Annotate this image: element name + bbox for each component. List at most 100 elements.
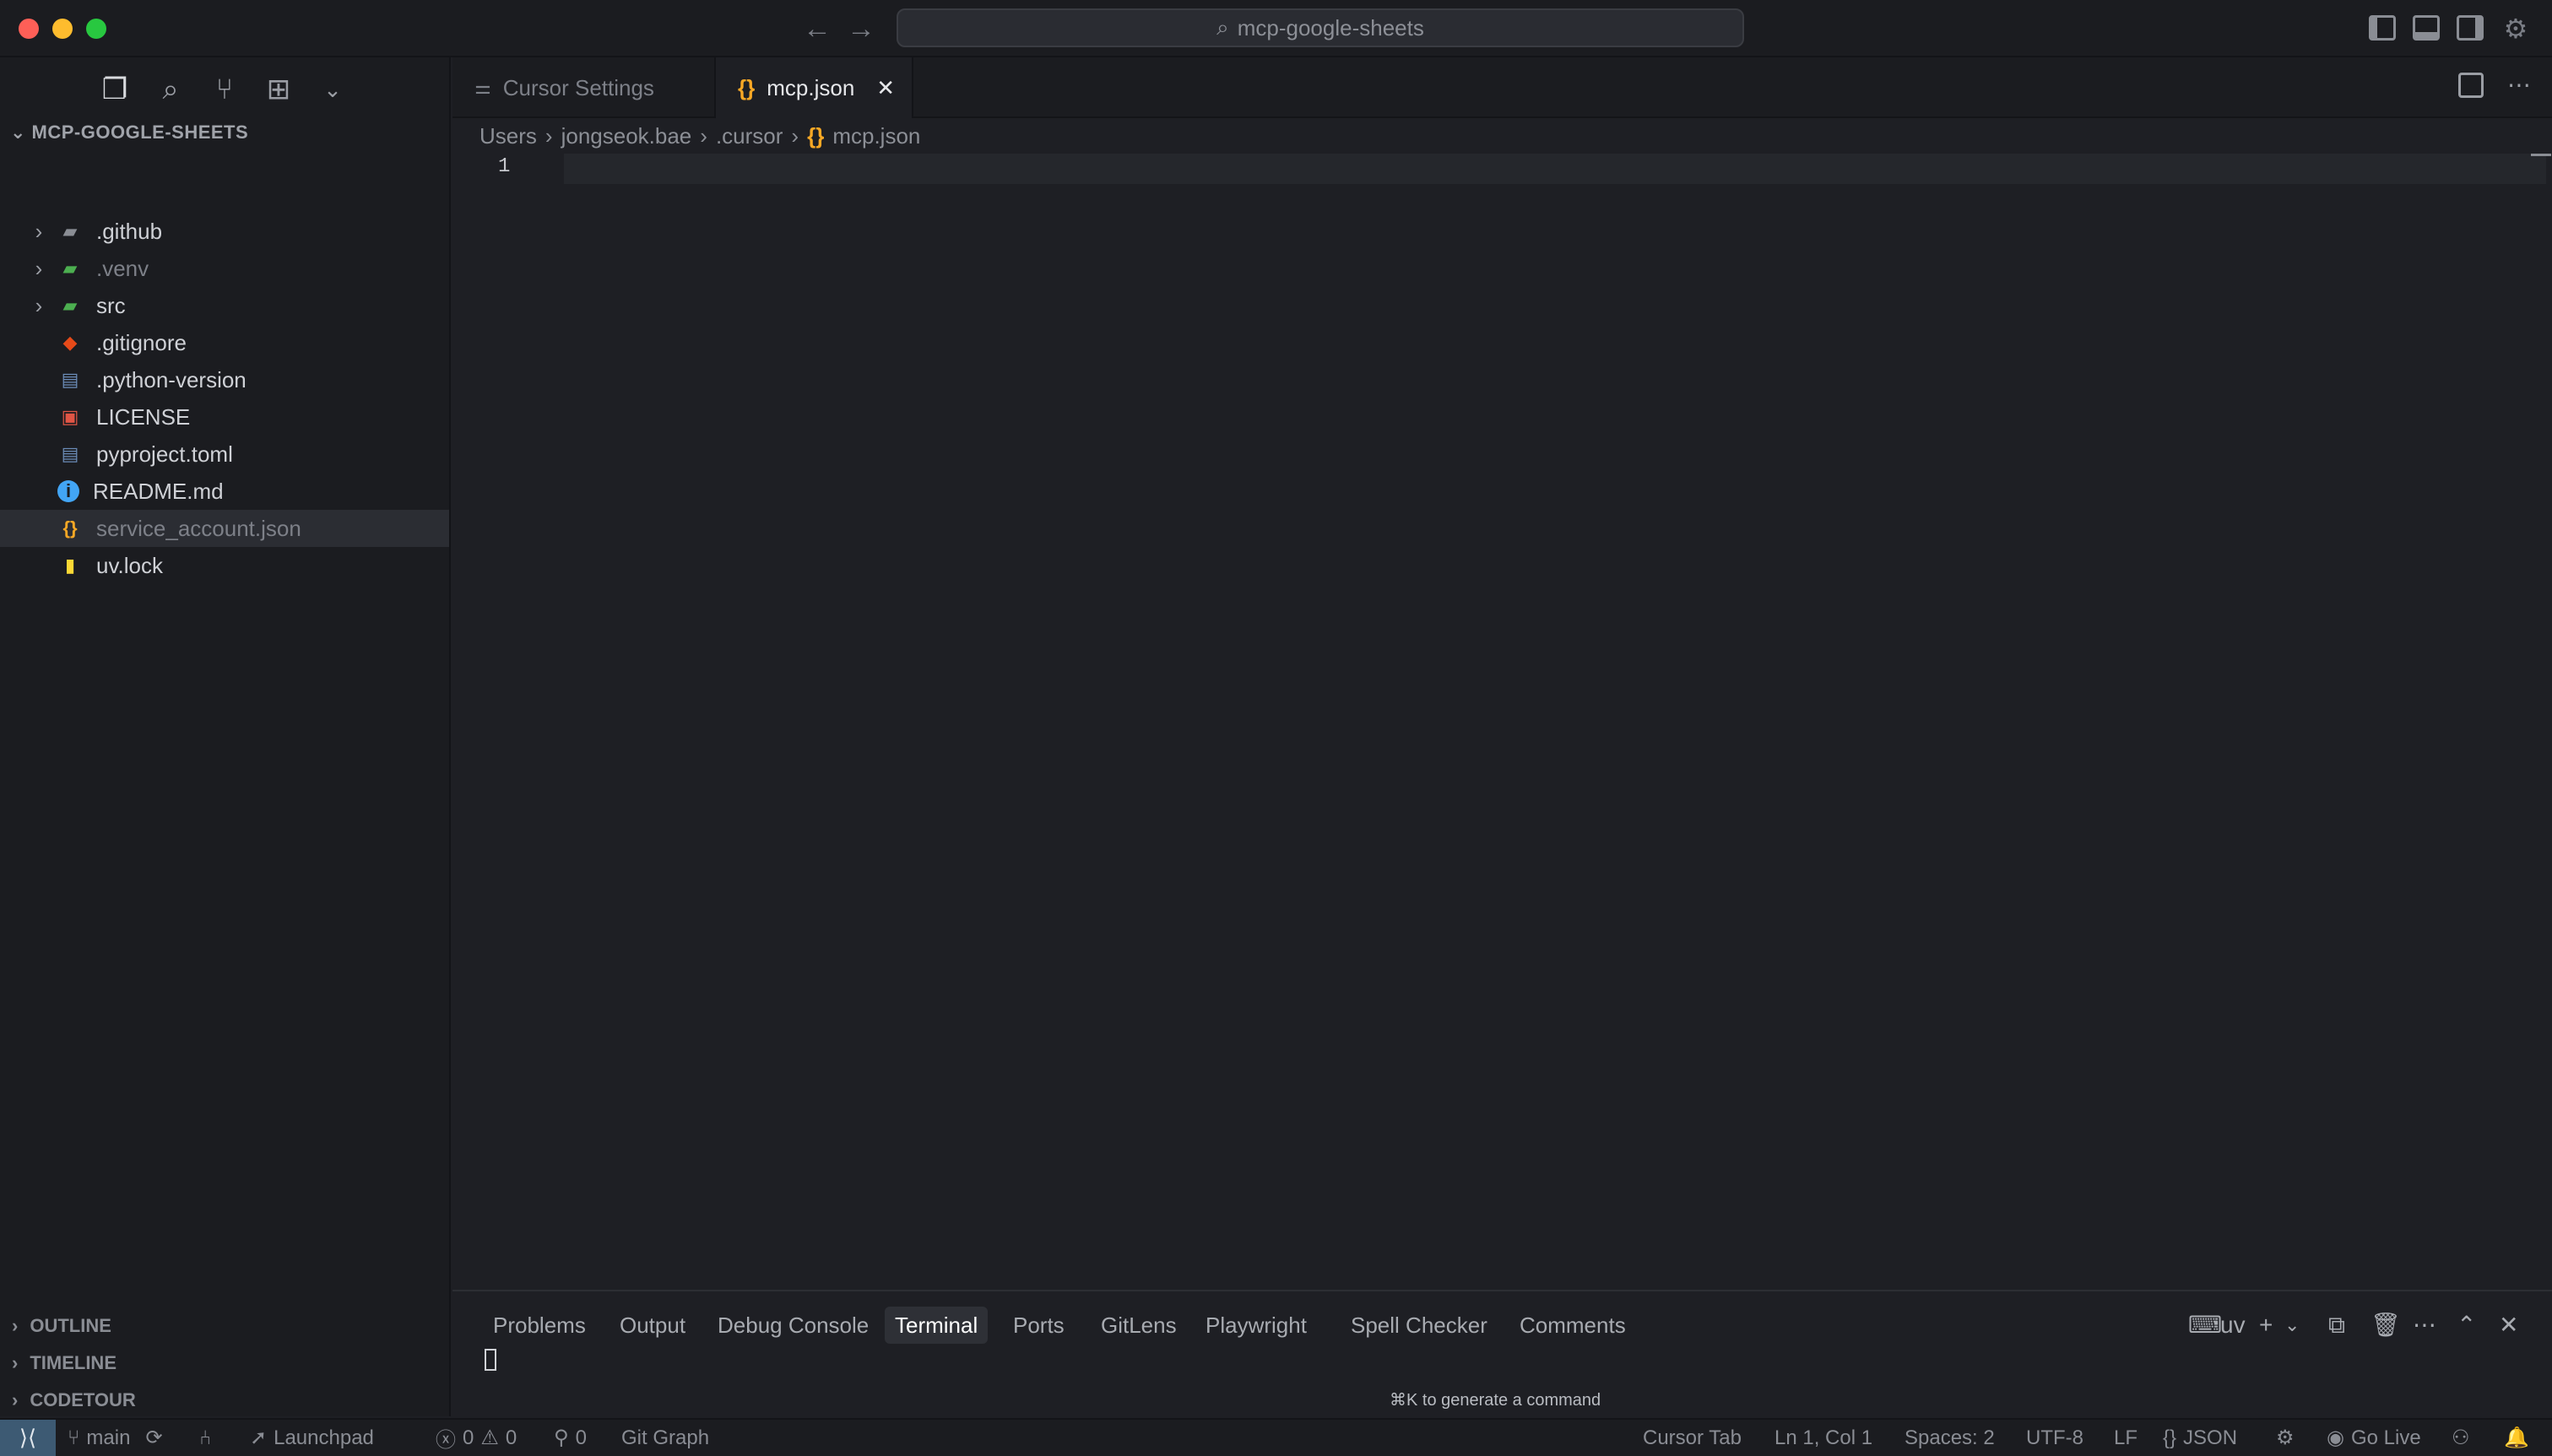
- eol-status[interactable]: LF: [2114, 1420, 2138, 1456]
- outline-section[interactable]: › OUTLINE: [12, 1315, 111, 1337]
- rocket-icon: ➚: [250, 1426, 268, 1449]
- ports-indicator[interactable]: ⚲ 0: [554, 1420, 587, 1456]
- terminal-cursor[interactable]: [485, 1349, 496, 1371]
- maximize-window-button[interactable]: [86, 19, 106, 39]
- close-icon[interactable]: ✕: [2499, 1308, 2518, 1342]
- encoding-status[interactable]: UTF-8: [2026, 1420, 2083, 1456]
- remote-indicator-icon[interactable]: ⟩⟨: [0, 1420, 56, 1456]
- forward-arrow-icon[interactable]: →: [844, 12, 878, 46]
- more-actions-icon[interactable]: ⋯: [2507, 71, 2531, 99]
- breadcrumb-item-user[interactable]: jongseok.bae: [561, 123, 692, 149]
- cursor-position[interactable]: Ln 1, Col 1: [1774, 1420, 1872, 1456]
- more-actions-icon[interactable]: ⋯: [2413, 1308, 2436, 1342]
- gear-icon[interactable]: ⚙: [2499, 12, 2533, 46]
- back-arrow-icon[interactable]: ←: [800, 12, 834, 46]
- chevron-right-icon: ›: [12, 1315, 19, 1336]
- sync-icon: ⟳: [145, 1426, 163, 1449]
- maximize-panel-icon[interactable]: ⌃: [2457, 1308, 2476, 1342]
- json-icon: {}: [62, 517, 78, 539]
- panel-tab-terminal[interactable]: Terminal: [885, 1307, 989, 1344]
- panel-tab-debug-console[interactable]: Debug Console: [707, 1307, 879, 1344]
- close-icon[interactable]: ✕: [876, 75, 895, 101]
- file-name: src: [96, 292, 126, 318]
- trash-icon[interactable]: 🗑: [2370, 1308, 2401, 1342]
- indentation-status[interactable]: Spaces: 2: [1905, 1420, 1995, 1456]
- extension-status-icon[interactable]: ⚙: [2276, 1420, 2295, 1456]
- python-config-icon: ▤: [61, 369, 79, 390]
- file-name: pyproject.toml: [96, 441, 233, 467]
- panel-tab-gitlens[interactable]: GitLens: [1091, 1307, 1187, 1344]
- close-window-button[interactable]: [19, 19, 39, 39]
- tab-mcp-json[interactable]: {} mcp.json ✕: [714, 57, 913, 118]
- file-item[interactable]: ›▤.python-version: [0, 361, 449, 398]
- explorer-icon[interactable]: ❐: [96, 71, 133, 108]
- command-center-search[interactable]: ⌕ mcp-google-sheets: [897, 8, 1744, 47]
- sidebar: ❐ ⌕ ⑂ ⊞ ⌄ ⌄ MCP-GOOGLE-SHEETS › ▰ .github ›…: [0, 57, 451, 1416]
- file-name: .python-version: [96, 366, 247, 392]
- file-item[interactable]: ›iREADME.md: [0, 473, 449, 510]
- bell-icon[interactable]: 🔔: [2504, 1420, 2529, 1456]
- terminal-hint: ⌘K to generate a command: [1390, 1391, 1601, 1410]
- file-item[interactable]: ›◆.gitignore: [0, 324, 449, 361]
- breadcrumb-item-file[interactable]: mcp.json: [832, 123, 920, 149]
- toggle-secondary-sidebar-icon[interactable]: [2457, 15, 2484, 41]
- toggle-sidebar-icon[interactable]: [2369, 15, 2396, 41]
- git-graph-button[interactable]: Git Graph: [621, 1420, 709, 1456]
- json-icon: {}: [738, 74, 756, 100]
- chevron-right-icon: ›: [12, 1352, 19, 1373]
- info-icon: i: [57, 480, 79, 502]
- editor-tab-bar: ⚌ Cursor Settings {} mcp.json ✕ ⋯: [452, 57, 2552, 118]
- file-item[interactable]: ›▤pyproject.toml: [0, 436, 449, 473]
- copilot-icon[interactable]: ⚇: [2452, 1420, 2470, 1456]
- go-live-button[interactable]: ◉ Go Live: [2327, 1420, 2421, 1456]
- extensions-icon[interactable]: ⊞: [260, 71, 297, 108]
- source-control-icon[interactable]: ⑂: [206, 71, 243, 108]
- launchpad-button[interactable]: ➚ Launchpad: [250, 1420, 374, 1456]
- chevron-down-icon: ⌄: [10, 122, 32, 143]
- git-compare-icon[interactable]: ⑃: [199, 1420, 211, 1456]
- add-terminal-icon[interactable]: +: [2259, 1308, 2273, 1342]
- folder-item[interactable]: › ▰ .github: [0, 213, 449, 250]
- split-editor-icon[interactable]: [2458, 73, 2484, 98]
- panel-tab-spell-checker[interactable]: Spell Checker: [1341, 1307, 1498, 1344]
- timeline-section[interactable]: › TIMELINE: [12, 1352, 116, 1374]
- warning-icon: ⚠: [480, 1426, 499, 1449]
- json-icon: {}: [807, 122, 825, 149]
- folder-item[interactable]: › ▰ src: [0, 287, 449, 324]
- chevron-down-icon[interactable]: ⌄: [2284, 1308, 2300, 1342]
- terminal-name[interactable]: uv: [2220, 1308, 2246, 1342]
- split-terminal-icon[interactable]: ⧉: [2328, 1308, 2345, 1342]
- git-branch-icon: ⑂: [68, 1426, 80, 1449]
- license-icon: ▣: [61, 406, 79, 427]
- minimize-window-button[interactable]: [52, 19, 73, 39]
- language-mode[interactable]: {} JSON: [2163, 1420, 2237, 1456]
- codetour-section[interactable]: › CODETOUR: [12, 1389, 136, 1411]
- explorer-title[interactable]: ⌄ MCP-GOOGLE-SHEETS: [10, 122, 248, 143]
- chevron-right-icon: ›: [35, 255, 43, 281]
- panel-tab-problems[interactable]: Problems: [483, 1307, 596, 1344]
- panel-tab-ports[interactable]: Ports: [1003, 1307, 1075, 1344]
- chevron-down-icon[interactable]: ⌄: [314, 71, 351, 108]
- chevron-right-icon: ›: [12, 1389, 19, 1410]
- toggle-panel-icon[interactable]: [2413, 15, 2440, 41]
- cursor-tab-status[interactable]: Cursor Tab: [1643, 1420, 1742, 1456]
- file-item[interactable]: ›▮uv.lock: [0, 547, 449, 584]
- problems-indicator[interactable]: ⓧ 0 ⚠ 0: [436, 1420, 517, 1456]
- panel-tab-comments[interactable]: Comments: [1509, 1307, 1636, 1344]
- tab-cursor-settings[interactable]: ⚌ Cursor Settings: [452, 57, 714, 118]
- search-icon[interactable]: ⌕: [152, 71, 189, 108]
- file-item[interactable]: ›▣LICENSE: [0, 398, 449, 436]
- file-name: .gitignore: [96, 329, 187, 355]
- panel-tab-playwright[interactable]: Playwright: [1195, 1307, 1317, 1344]
- panel-tab-output[interactable]: Output: [610, 1307, 696, 1344]
- line-number: 1: [498, 155, 511, 178]
- folder-item[interactable]: › ▰ .venv: [0, 250, 449, 287]
- breadcrumb-item-cursor[interactable]: .cursor: [716, 123, 783, 149]
- branch-indicator[interactable]: ⑂ main ⟳: [68, 1420, 163, 1456]
- breadcrumb-item-users[interactable]: Users: [480, 123, 537, 149]
- src-folder-icon: ▰: [62, 295, 78, 316]
- editor-current-line[interactable]: [564, 154, 2546, 184]
- lock-icon: ▮: [64, 555, 76, 576]
- file-item[interactable]: ›{}service_account.json: [0, 510, 449, 547]
- python-config-icon: ▤: [61, 443, 79, 464]
